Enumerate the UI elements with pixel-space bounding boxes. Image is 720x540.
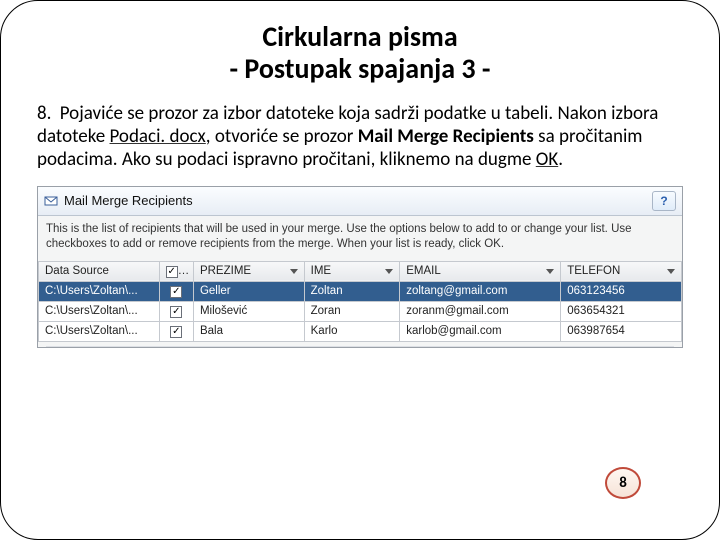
step-end: . [558, 148, 563, 171]
slide-title-line1: Cirkularna pisma [262, 19, 457, 54]
cell-checkbox[interactable]: ✓ [159, 281, 193, 301]
column-prezime[interactable]: PREZIME [193, 261, 304, 281]
step-part2: , otvoriće se prozor [206, 125, 358, 148]
cell-telefon: 063123456 [561, 281, 682, 301]
chevron-down-icon [546, 269, 554, 274]
chevron-down-icon [290, 269, 298, 274]
column-email[interactable]: EMAIL [400, 261, 561, 281]
dialog-description: This is the list of recipients that will… [38, 216, 682, 261]
cell-checkbox[interactable]: ✓ [159, 321, 193, 341]
page-number-badge: 8 [605, 467, 641, 499]
slide-frame: Cirkularna pisma - Postupak spajanja 3 -… [0, 0, 720, 540]
cell-email: zoranm@gmail.com [400, 301, 561, 321]
cell-telefon: 063654321 [561, 301, 682, 321]
column-select-all[interactable]: ✓ [159, 261, 193, 281]
select-all-checkbox[interactable]: ✓ [166, 266, 178, 278]
row-checkbox[interactable]: ✓ [170, 326, 182, 338]
table-header: Data Source ✓ PREZIME IME EMAIL TELEFON [39, 261, 682, 281]
step-text: 8. Pojaviće se prozor za izbor datoteke … [37, 103, 683, 171]
cell-email: karlob@gmail.com [400, 321, 561, 341]
recipients-table: Data Source ✓ PREZIME IME EMAIL TELEFON … [38, 261, 682, 342]
cell-checkbox[interactable]: ✓ [159, 301, 193, 321]
cell-ime: Karlo [304, 321, 400, 341]
help-button[interactable]: ? [652, 191, 676, 211]
cell-ime: Zoltan [304, 281, 400, 301]
step-number: 8. [37, 102, 51, 125]
column-ime[interactable]: IME [304, 261, 400, 281]
dialog-titlebar: Mail Merge Recipients ? [38, 187, 682, 216]
column-telefon[interactable]: TELEFON [561, 261, 682, 281]
slide-title: Cirkularna pisma - Postupak spajanja 3 - [31, 21, 689, 85]
cell-telefon: 063987654 [561, 321, 682, 341]
table-row[interactable]: C:\Users\Zoltan\... ✓ GellerZoltanzoltang@… [39, 281, 682, 301]
file-name: Podaci. docx [110, 125, 206, 148]
help-icon: ? [660, 194, 667, 208]
cell-data-source: C:\Users\Zoltan\... [39, 321, 160, 341]
cell-data-source: C:\Users\Zoltan\... [39, 281, 160, 301]
chevron-down-icon [385, 269, 393, 274]
column-prezime-label: PREZIME [200, 265, 251, 277]
cell-prezime: Geller [193, 281, 304, 301]
row-checkbox[interactable]: ✓ [170, 286, 182, 298]
cell-ime: Zoran [304, 301, 400, 321]
column-email-label: EMAIL [406, 265, 441, 277]
cell-data-source: C:\Users\Zoltan\... [39, 301, 160, 321]
column-data-source-label: Data Source [45, 265, 109, 277]
dialog-title-icon [44, 194, 58, 208]
table-row[interactable]: C:\Users\Zoltan\... ✓ BalaKarlokarlob@gmai… [39, 321, 682, 341]
column-telefon-label: TELEFON [567, 265, 620, 277]
ok-label: OK [536, 148, 558, 171]
row-checkbox[interactable]: ✓ [170, 306, 182, 318]
table-body: C:\Users\Zoltan\... ✓ GellerZoltanzoltang@… [39, 281, 682, 341]
dialog-name-bold: Mail Merge Recipients [358, 125, 534, 148]
cell-prezime: Milošević [193, 301, 304, 321]
slide-title-line2: - Postupak spajanja 3 - [229, 51, 490, 86]
chevron-down-icon [667, 269, 675, 274]
mail-merge-dialog: Mail Merge Recipients ? This is the list… [37, 186, 683, 348]
table-row[interactable]: C:\Users\Zoltan\... ✓ MiloševićZoranzoranm… [39, 301, 682, 321]
cell-prezime: Bala [193, 321, 304, 341]
dialog-separator [46, 346, 674, 347]
column-data-source[interactable]: Data Source [39, 261, 160, 281]
page-number-text: 8 [619, 474, 627, 492]
cell-email: zoltang@gmail.com [400, 281, 561, 301]
dialog-title-text: Mail Merge Recipients [64, 193, 652, 208]
column-ime-label: IME [311, 265, 331, 277]
